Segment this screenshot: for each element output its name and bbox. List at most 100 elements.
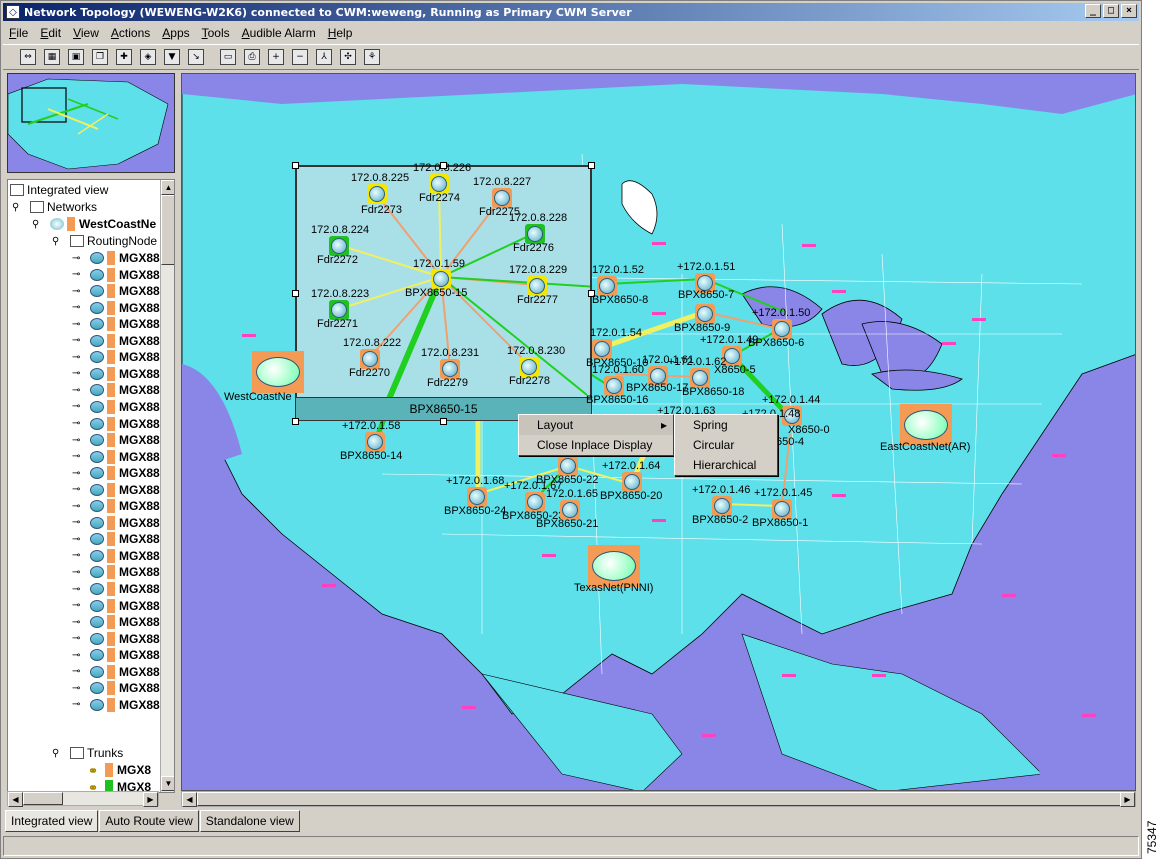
zoom-out-icon[interactable]: −: [289, 46, 311, 68]
expand-key-icon[interactable]: ⊸: [72, 253, 86, 264]
tree-icon[interactable]: ⚘: [361, 46, 383, 68]
tree-item-mgx-node[interactable]: ⊸ MGX88: [72, 250, 160, 266]
tree-item-mgx-node[interactable]: ⊸ MGX88: [72, 416, 160, 432]
center-node[interactable]: [431, 269, 451, 289]
tree-item-mgx-node[interactable]: ⊸ MGX88: [72, 283, 160, 299]
save-icon[interactable]: ▭: [217, 46, 239, 68]
resize-handle[interactable]: [440, 162, 447, 169]
expand-key-icon[interactable]: ⊸: [72, 699, 86, 710]
expand-key-icon[interactable]: ⊸: [72, 650, 86, 661]
menu-audible-alarm[interactable]: Audible Alarm: [236, 26, 322, 40]
bpx-node[interactable]: [712, 496, 732, 516]
menu-item-hierarchical[interactable]: Hierarchical: [675, 455, 777, 475]
expand-key-icon[interactable]: ⊸: [72, 468, 86, 479]
expand-key-icon[interactable]: ⚲: [32, 219, 46, 230]
tree-item-mgx-node[interactable]: ⊸ MGX88: [72, 482, 160, 498]
maximize-button[interactable]: □: [1103, 4, 1119, 18]
bpx-node[interactable]: [604, 376, 624, 396]
map-icon[interactable]: ▣: [65, 46, 87, 68]
menu-actions[interactable]: Actions: [105, 26, 156, 40]
tree-item-mgx-node[interactable]: ⊸ MGX88: [72, 614, 160, 630]
bpx-node[interactable]: [560, 500, 580, 520]
feeder-node[interactable]: [519, 357, 539, 377]
inplace-display[interactable]: 172.0.8.225 Fdr2273 172.0.8.226 Fdr2274 …: [295, 162, 592, 420]
scroll-right-icon[interactable]: ▶: [143, 792, 158, 807]
tree-item-networks[interactable]: ⚲ Networks: [12, 199, 97, 215]
expand-key-icon[interactable]: ⊸: [72, 617, 86, 628]
menu-file[interactable]: File: [3, 26, 34, 40]
tree-item-mgx-node[interactable]: ⊸ MGX88: [72, 664, 160, 680]
bpx-node[interactable]: [695, 304, 715, 324]
tree-item-mgx-node[interactable]: ⊸ MGX88: [72, 366, 160, 382]
tree-item-mgx-node[interactable]: ⊸ MGX88: [72, 333, 160, 349]
expand-key-icon[interactable]: ⊸: [72, 451, 86, 462]
tree-item-mgx-node[interactable]: ⊸ MGX88: [72, 349, 160, 365]
bpx-node[interactable]: [772, 499, 792, 519]
tree-item-mgx-node[interactable]: ⊸ MGX88: [72, 432, 160, 448]
bpx-node[interactable]: [592, 339, 612, 359]
feeder-node[interactable]: [527, 276, 547, 296]
tree-item-mgx-node[interactable]: ⊸ MGX88: [72, 564, 160, 580]
expand-key-icon[interactable]: ⊸: [72, 286, 86, 297]
tree-item-mgx-node[interactable]: ⊸ MGX88: [72, 399, 160, 415]
expand-key-icon[interactable]: ⚲: [52, 748, 66, 759]
expand-key-icon[interactable]: ⊸: [72, 534, 86, 545]
feeder-node[interactable]: [329, 236, 349, 256]
feeder-node[interactable]: [329, 300, 349, 320]
tree-item-integrated-view[interactable]: Integrated view: [10, 182, 108, 198]
tree-item-mgx-node[interactable]: ⊸ MGX88: [72, 465, 160, 481]
tab-auto-route-view[interactable]: Auto Route view: [99, 810, 199, 832]
menu-help[interactable]: Help: [322, 26, 359, 40]
bpx-node[interactable]: [622, 472, 642, 492]
tab-integrated-view[interactable]: Integrated view: [5, 810, 99, 832]
expand-key-icon[interactable]: ⊸: [72, 550, 86, 561]
scroll-left-icon[interactable]: ◀: [8, 792, 23, 807]
tree-item-mgx-node[interactable]: ⊸ MGX88: [72, 548, 160, 564]
tree-item-mgx-node[interactable]: ⊸ MGX88: [72, 316, 160, 332]
network-icon[interactable]: ▦: [41, 46, 63, 68]
expand-key-icon[interactable]: ⊸: [72, 401, 86, 412]
tree-item-mgx-node[interactable]: ⊸ MGX88: [72, 267, 160, 283]
expand-key-icon[interactable]: ⊸: [72, 319, 86, 330]
tree-item-mgx-node[interactable]: ⊸ MGX88: [72, 631, 160, 647]
bpx-node[interactable]: [365, 432, 385, 452]
map-horizontal-scrollbar[interactable]: ◀ ▶: [181, 791, 1136, 807]
path-icon[interactable]: ⅄: [313, 46, 335, 68]
tree-item-mgx-node[interactable]: ⊸ MGX88: [72, 382, 160, 398]
feeder-node[interactable]: [367, 184, 387, 204]
feeder-node[interactable]: [492, 188, 512, 208]
resize-handle[interactable]: [588, 162, 595, 169]
bpx-node[interactable]: [690, 368, 710, 388]
feeder-node[interactable]: [429, 174, 449, 194]
tree-item-mgx-node[interactable]: ⊸ MGX88: [72, 531, 160, 547]
bpx-node[interactable]: [525, 492, 545, 512]
tree-item-mgx-node[interactable]: ⊸ MGX88: [72, 697, 160, 713]
scroll-right-icon[interactable]: ▶: [1120, 792, 1135, 807]
tree-item-mgx-node[interactable]: ⊸ MGX88: [72, 449, 160, 465]
expand-key-icon[interactable]: ⊸: [72, 368, 86, 379]
expand-key-icon[interactable]: ⊸: [72, 633, 86, 644]
tree-item-network[interactable]: ⚲ WestCoastNe: [32, 216, 156, 232]
tree-item-mgx-node[interactable]: ⊸ MGX88: [72, 581, 160, 597]
network-cloud[interactable]: [588, 545, 640, 587]
expand-key-icon[interactable]: ⚲: [12, 202, 26, 213]
menu-item-circular[interactable]: Circular: [675, 435, 777, 455]
expand-key-icon[interactable]: ⊸: [72, 385, 86, 396]
resize-handle[interactable]: [292, 290, 299, 297]
tree-item-mgx-node[interactable]: ⊸ MGX88: [72, 598, 160, 614]
tree-horizontal-scrollbar[interactable]: ◀ ▶: [7, 791, 159, 807]
expand-key-icon[interactable]: ⊸: [72, 335, 86, 346]
tree-item-mgx-node[interactable]: ⊸ MGX88: [72, 515, 160, 531]
scroll-thumb[interactable]: [23, 792, 63, 805]
copy-icon[interactable]: ❐: [89, 46, 111, 68]
expand-key-icon[interactable]: ⊸: [72, 600, 86, 611]
menu-apps[interactable]: Apps: [156, 26, 195, 40]
menu-item-spring[interactable]: Spring: [675, 415, 777, 435]
bpx-node[interactable]: [772, 319, 792, 339]
title-bar[interactable]: ◇ Network Topology (WEWENG-W2K6) connect…: [3, 3, 1139, 21]
expand-key-icon[interactable]: ⊸: [72, 302, 86, 313]
minimize-button[interactable]: _: [1085, 4, 1101, 18]
scroll-up-icon[interactable]: ▲: [161, 180, 174, 195]
expand-key-icon[interactable]: ⊸: [72, 484, 86, 495]
new-icon[interactable]: ✚: [113, 46, 135, 68]
